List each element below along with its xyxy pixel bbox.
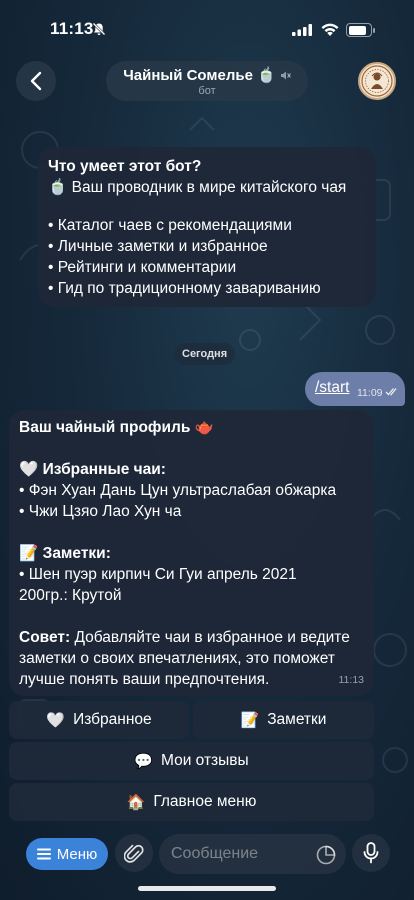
intro-tagline: 🍵 Ваш проводник в мире китайского чая	[48, 179, 347, 196]
back-button[interactable]	[16, 61, 56, 101]
my-reviews-button[interactable]: 💬 Мои отзывы	[9, 742, 374, 780]
profile-title: Ваш чайный профиль 🫖	[19, 419, 214, 436]
white-heart-icon: 🤍	[46, 712, 66, 729]
tip-line: заметки о своих впечатлениях, это поможе…	[19, 650, 336, 667]
paperclip-icon	[124, 844, 144, 863]
bell-off-icon	[92, 22, 106, 36]
main-menu-button-label: Главное меню	[153, 793, 257, 810]
muted-icon	[280, 71, 291, 79]
bot-avatar[interactable]	[358, 62, 396, 100]
tip-text: Добавляйте чаи в избранное и ведите	[70, 629, 350, 646]
note-item: • Шен пуэр кирпич Си Гуи апрель 2021	[19, 566, 297, 583]
chat-title-pill[interactable]: Чайный Сомелье 🍵 бот	[106, 61, 308, 101]
tea-sommelier-logo-icon	[361, 65, 393, 97]
tip-line: Совет: Добавляйте чаи в избранное и веди…	[19, 627, 364, 648]
profile-message-time: 11:13	[338, 674, 365, 686]
tip-line: лучше понять ваши предпочтения.	[19, 671, 270, 688]
notes-button-label: Заметки	[267, 711, 327, 728]
attach-button[interactable]	[115, 834, 153, 872]
menu-lines-icon	[36, 848, 51, 860]
notes-button[interactable]: 📝 Заметки	[193, 701, 374, 739]
battery-icon	[346, 23, 375, 37]
favorites-button[interactable]: 🤍 Избранное	[9, 701, 189, 739]
voice-message-button[interactable]	[352, 834, 390, 872]
note-item: 200гр.: Крутой	[19, 587, 122, 604]
microphone-icon	[363, 842, 379, 864]
cellular-signal-icon	[292, 24, 312, 36]
speech-bubble-icon: 💬	[134, 753, 153, 770]
bot-menu-button[interactable]: Меню	[26, 838, 108, 870]
intro-feature: • Гид по традиционному завариванию	[48, 280, 321, 297]
outgoing-message-time: 11:09	[357, 387, 383, 399]
outgoing-message-text[interactable]: /start	[315, 379, 349, 397]
date-separator: Сегодня	[174, 343, 236, 365]
my-reviews-button-label: Мои отзывы	[161, 752, 249, 769]
intro-feature: • Личные заметки и избранное	[48, 238, 268, 255]
wifi-icon	[321, 23, 339, 36]
status-bar: 11:13	[0, 0, 414, 56]
intro-feature: • Рейтинги и комментарии	[48, 259, 237, 276]
notes-heading: 📝 Заметки:	[19, 545, 111, 562]
chat-subtitle: бот	[198, 85, 216, 97]
status-time: 11:13	[50, 19, 94, 38]
chevron-left-icon	[30, 71, 42, 91]
outgoing-message[interactable]: /start 11:09	[305, 372, 405, 406]
memo-icon: 📝	[240, 712, 260, 729]
profile-message: Ваш чайный профиль 🫖 🤍 Избранные чаи: • …	[9, 410, 374, 696]
read-checks-icon	[385, 388, 397, 396]
menu-button-label: Меню	[56, 845, 98, 863]
chat-title: Чайный Сомелье 🍵	[123, 67, 276, 84]
main-menu-button[interactable]: 🏠 Главное меню	[9, 783, 374, 821]
favorites-heading: 🤍 Избранные чаи:	[19, 461, 166, 478]
intro-feature: • Каталог чаев с рекомендациями	[48, 217, 292, 234]
favorite-item: • Фэн Хуан Дань Цун ультраслабая обжарка	[19, 482, 337, 499]
favorite-item: • Чжи Цзяо Лао Хун ча	[19, 503, 182, 520]
intro-heading: Что умеет этот бот?	[48, 158, 202, 175]
bot-intro-message: Что умеет этот бот? 🍵 Ваш проводник в ми…	[38, 147, 376, 307]
favorites-button-label: Избранное	[73, 711, 152, 728]
home-indicator	[138, 886, 276, 891]
house-icon: 🏠	[126, 794, 146, 811]
tip-label: Совет:	[19, 629, 71, 646]
sticker-icon	[316, 845, 336, 865]
